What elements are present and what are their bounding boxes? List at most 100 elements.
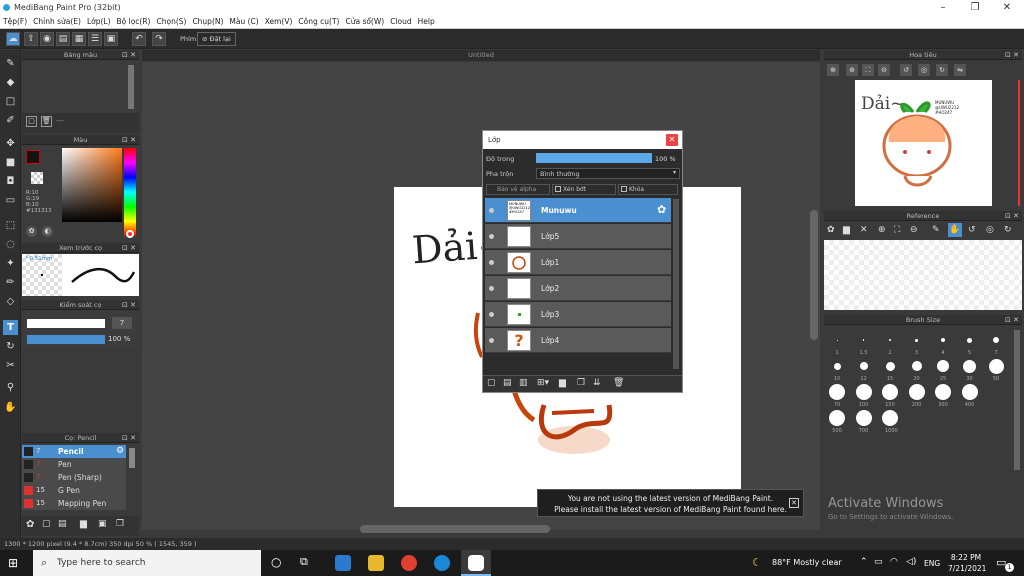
ref-zoom-out-icon[interactable]: ⊖ <box>910 225 918 235</box>
lasso-tool-icon[interactable]: ◌ <box>3 237 18 252</box>
brush-size-option[interactable] <box>855 384 872 400</box>
layer-visibility-icon[interactable] <box>489 260 494 265</box>
brush-list-scrollbar[interactable] <box>129 448 135 468</box>
layer-row-lop4[interactable]: ? Lớp4 <box>485 328 671 353</box>
canvas-vertical-scrollbar[interactable] <box>810 210 818 340</box>
brush-size-option[interactable] <box>885 361 895 371</box>
layer-row-lop5[interactable]: Lớp5 <box>485 224 671 249</box>
menu-snap[interactable]: Chụp(N) <box>189 15 226 29</box>
close-button[interactable]: ✕ <box>992 0 1022 15</box>
cloud-icon[interactable]: ☁ <box>6 32 20 46</box>
ref-rotate-left-icon[interactable]: ↺ <box>968 225 976 235</box>
folder-icon[interactable]: ▆ <box>559 378 566 388</box>
panel-icon[interactable]: ▤ <box>56 32 70 46</box>
layer-row-lop3[interactable]: Lớp3 <box>485 302 671 327</box>
layer-opacity-slider[interactable] <box>536 153 652 163</box>
clipping-checkbox[interactable]: Xén bớt <box>552 184 616 195</box>
blend-mode-select[interactable]: Bình thường ▾ <box>536 168 680 179</box>
tray-chevron-icon[interactable]: ⌃ <box>860 557 868 567</box>
notice-close-icon[interactable]: ✕ <box>789 498 799 508</box>
brush-size-option[interactable] <box>859 362 868 370</box>
panel-close-icon[interactable]: ⊡ ✕ <box>122 50 136 60</box>
zoom-in-2-icon[interactable]: ⊕ <box>846 64 858 76</box>
layer-dialog-close-icon[interactable]: ✕ <box>666 134 678 146</box>
wifi-icon[interactable]: ◠ <box>890 557 898 567</box>
dot-tool-icon[interactable]: □ <box>3 94 18 109</box>
rotate-right-icon[interactable]: ↻ <box>936 64 948 76</box>
share-icon[interactable]: ⇪ <box>24 32 38 46</box>
select-pen-icon[interactable]: ✏ <box>3 275 18 290</box>
rotate-reset-icon[interactable]: ◎ <box>918 64 930 76</box>
lock-checkbox[interactable]: Khóa <box>618 184 678 195</box>
brush-size-option[interactable] <box>882 384 898 400</box>
close-reference-icon[interactable]: ✕ <box>860 225 868 235</box>
brush-size-option[interactable] <box>961 384 978 400</box>
update-notice[interactable]: You are not using the latest version of … <box>537 489 804 517</box>
menu-filter[interactable]: Bộ lọc(R) <box>114 15 154 29</box>
brush-size-option[interactable] <box>915 338 918 342</box>
panel-close-icon[interactable]: ⊡ ✕ <box>122 433 136 443</box>
menu-help[interactable]: Help <box>415 15 438 29</box>
ref-zoom-in-icon[interactable]: ⊕ <box>878 225 886 235</box>
duplicate-layer-icon[interactable]: ❐ <box>577 378 585 388</box>
ref-fit-icon[interactable]: ⛶ <box>894 225 900 235</box>
undo-icon[interactable]: ↶ <box>132 32 146 46</box>
brush-tool-icon[interactable]: ✎ <box>3 56 18 71</box>
layer-settings-icon[interactable]: ✿ <box>657 203 666 216</box>
delete-layer-icon[interactable]: 🗑 <box>613 378 624 388</box>
panel-close-icon[interactable]: ⊡ ✕ <box>1005 315 1019 325</box>
brush-size-option[interactable] <box>937 360 949 372</box>
gradient-tool-icon[interactable]: ▭ <box>3 193 18 208</box>
duplicate-brush-icon[interactable]: ❐ <box>116 519 124 529</box>
reference-canvas[interactable] <box>824 240 1022 310</box>
brush-size-option[interactable] <box>967 337 972 343</box>
brush-size-option[interactable] <box>935 384 951 400</box>
eraser-tool-icon[interactable]: ◆ <box>3 75 18 90</box>
layer-list-scrollbar[interactable] <box>673 199 679 369</box>
merge-layer-icon[interactable]: ⇊ <box>593 378 601 388</box>
taskbar-search-input[interactable]: ⌕ Type here to search <box>33 550 261 576</box>
layer-visibility-icon[interactable] <box>489 234 494 239</box>
panel-close-icon[interactable]: ⊡ ✕ <box>122 243 136 253</box>
import-brush-icon[interactable]: ▣ <box>98 519 107 529</box>
brush-size-option[interactable] <box>855 410 872 426</box>
brush-size-value[interactable]: 7 <box>112 317 132 329</box>
canvas-horizontal-scrollbar[interactable] <box>360 525 550 533</box>
zoom-in-icon[interactable]: ⊕ <box>827 64 839 76</box>
medibang-taskbar-button[interactable] <box>461 550 491 576</box>
menu-layer[interactable]: Lớp(L) <box>84 15 114 29</box>
color-wheel-icon[interactable]: ✿ <box>26 226 37 237</box>
flip-icon[interactable]: ⇋ <box>954 64 966 76</box>
edge-icon[interactable] <box>434 555 450 571</box>
brush-size-option[interactable] <box>988 358 1004 374</box>
background-color-swatch[interactable] <box>31 172 43 184</box>
panel-close-icon[interactable]: ⊡ ✕ <box>1005 211 1019 221</box>
new-layer-icon[interactable]: ▢ <box>487 378 496 388</box>
panel-close-icon[interactable]: ⊡ ✕ <box>122 300 136 310</box>
menu-view[interactable]: Xem(V) <box>262 15 296 29</box>
select-tool-icon[interactable]: ⬚ <box>3 218 18 233</box>
document-tab[interactable]: Untitled <box>142 50 820 61</box>
weather-text[interactable]: 88°F Mostly clear <box>772 558 842 567</box>
rotate-left-icon[interactable]: ↺ <box>900 64 912 76</box>
menu-edit[interactable]: Chỉnh sửa(E) <box>30 15 84 29</box>
add-brush-icon[interactable]: ✿ <box>26 519 34 530</box>
bucket-tool-icon[interactable]: ◘ <box>3 174 18 189</box>
add-reference-icon[interactable]: ✿ <box>827 225 835 235</box>
layer-visibility-icon[interactable] <box>489 312 494 317</box>
brush-size-option[interactable] <box>941 338 945 342</box>
divide-tool-icon[interactable]: ✂ <box>3 358 18 373</box>
grid-icon[interactable]: ▣ <box>104 32 118 46</box>
menu-color[interactable]: Màu (C) <box>226 15 261 29</box>
brush-opacity-slider[interactable] <box>27 335 105 344</box>
brush-item[interactable]: 7 Pen <box>22 458 126 471</box>
brush-size-option[interactable] <box>908 384 925 400</box>
menu-select[interactable]: Chọn(S) <box>153 15 189 29</box>
new-halftone-layer-icon[interactable]: ▤ <box>503 378 512 388</box>
open-reference-icon[interactable]: ▆ <box>843 225 850 235</box>
pen-tool-icon[interactable]: ✐ <box>3 113 18 128</box>
layer-visibility-icon[interactable] <box>489 286 494 291</box>
cortana-icon[interactable]: ○ <box>271 555 281 569</box>
brush-size-option[interactable] <box>911 361 922 371</box>
color-saturation-square[interactable] <box>62 148 122 222</box>
